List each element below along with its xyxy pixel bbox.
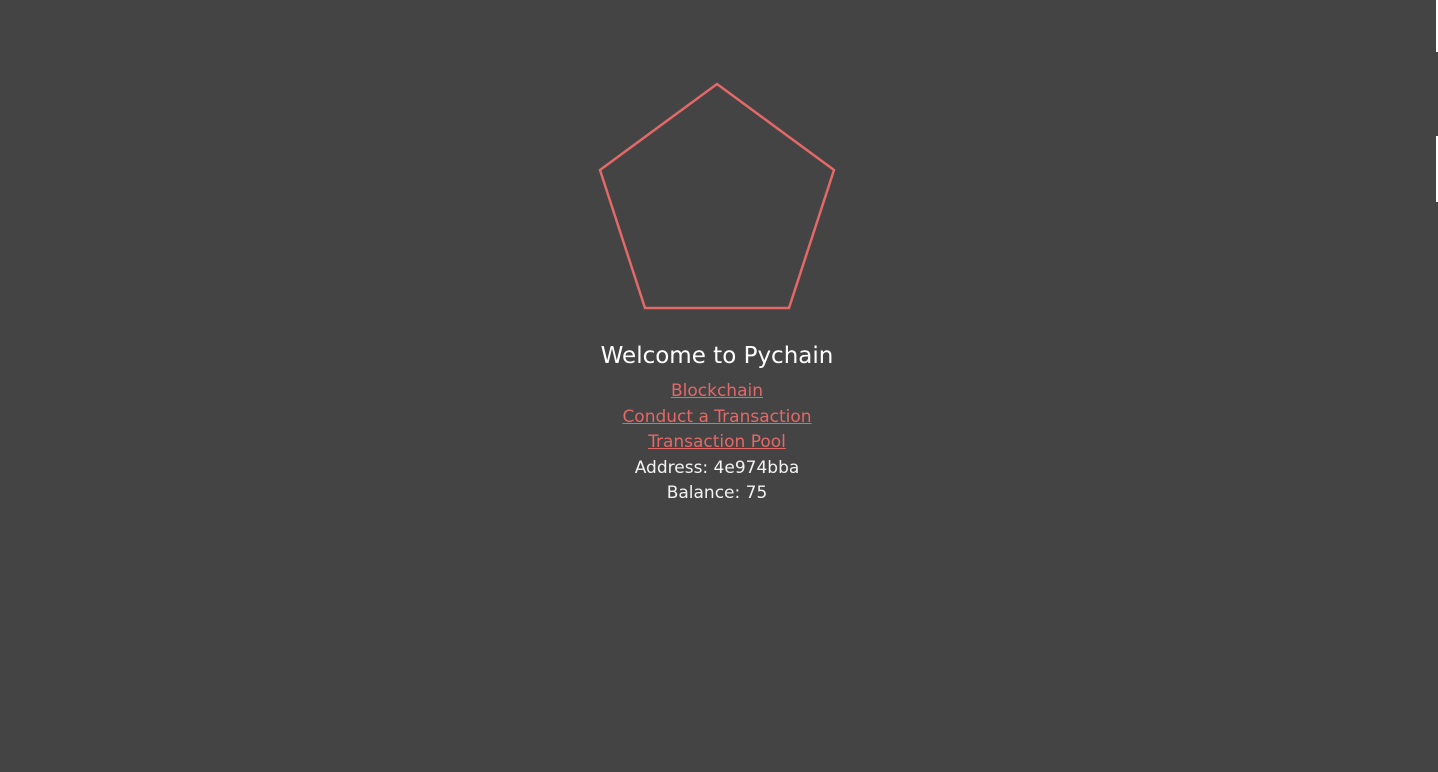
wallet-address: Address: 4e974bba	[634, 457, 800, 478]
pentagon-logo-shape	[598, 82, 836, 310]
transaction-pool-link[interactable]: Transaction Pool	[648, 430, 786, 456]
conduct-transaction-link[interactable]: Conduct a Transaction	[622, 405, 811, 431]
main-navigation: Blockchain Conduct a Transaction Transac…	[0, 379, 1434, 507]
blockchain-link[interactable]: Blockchain	[671, 379, 763, 405]
app-page: Welcome to Pychain Blockchain Conduct a …	[0, 0, 1438, 772]
pentagon-icon	[598, 82, 836, 310]
page-title: Welcome to Pychain	[600, 343, 834, 369]
wallet-balance: Balance: 75	[666, 483, 768, 504]
